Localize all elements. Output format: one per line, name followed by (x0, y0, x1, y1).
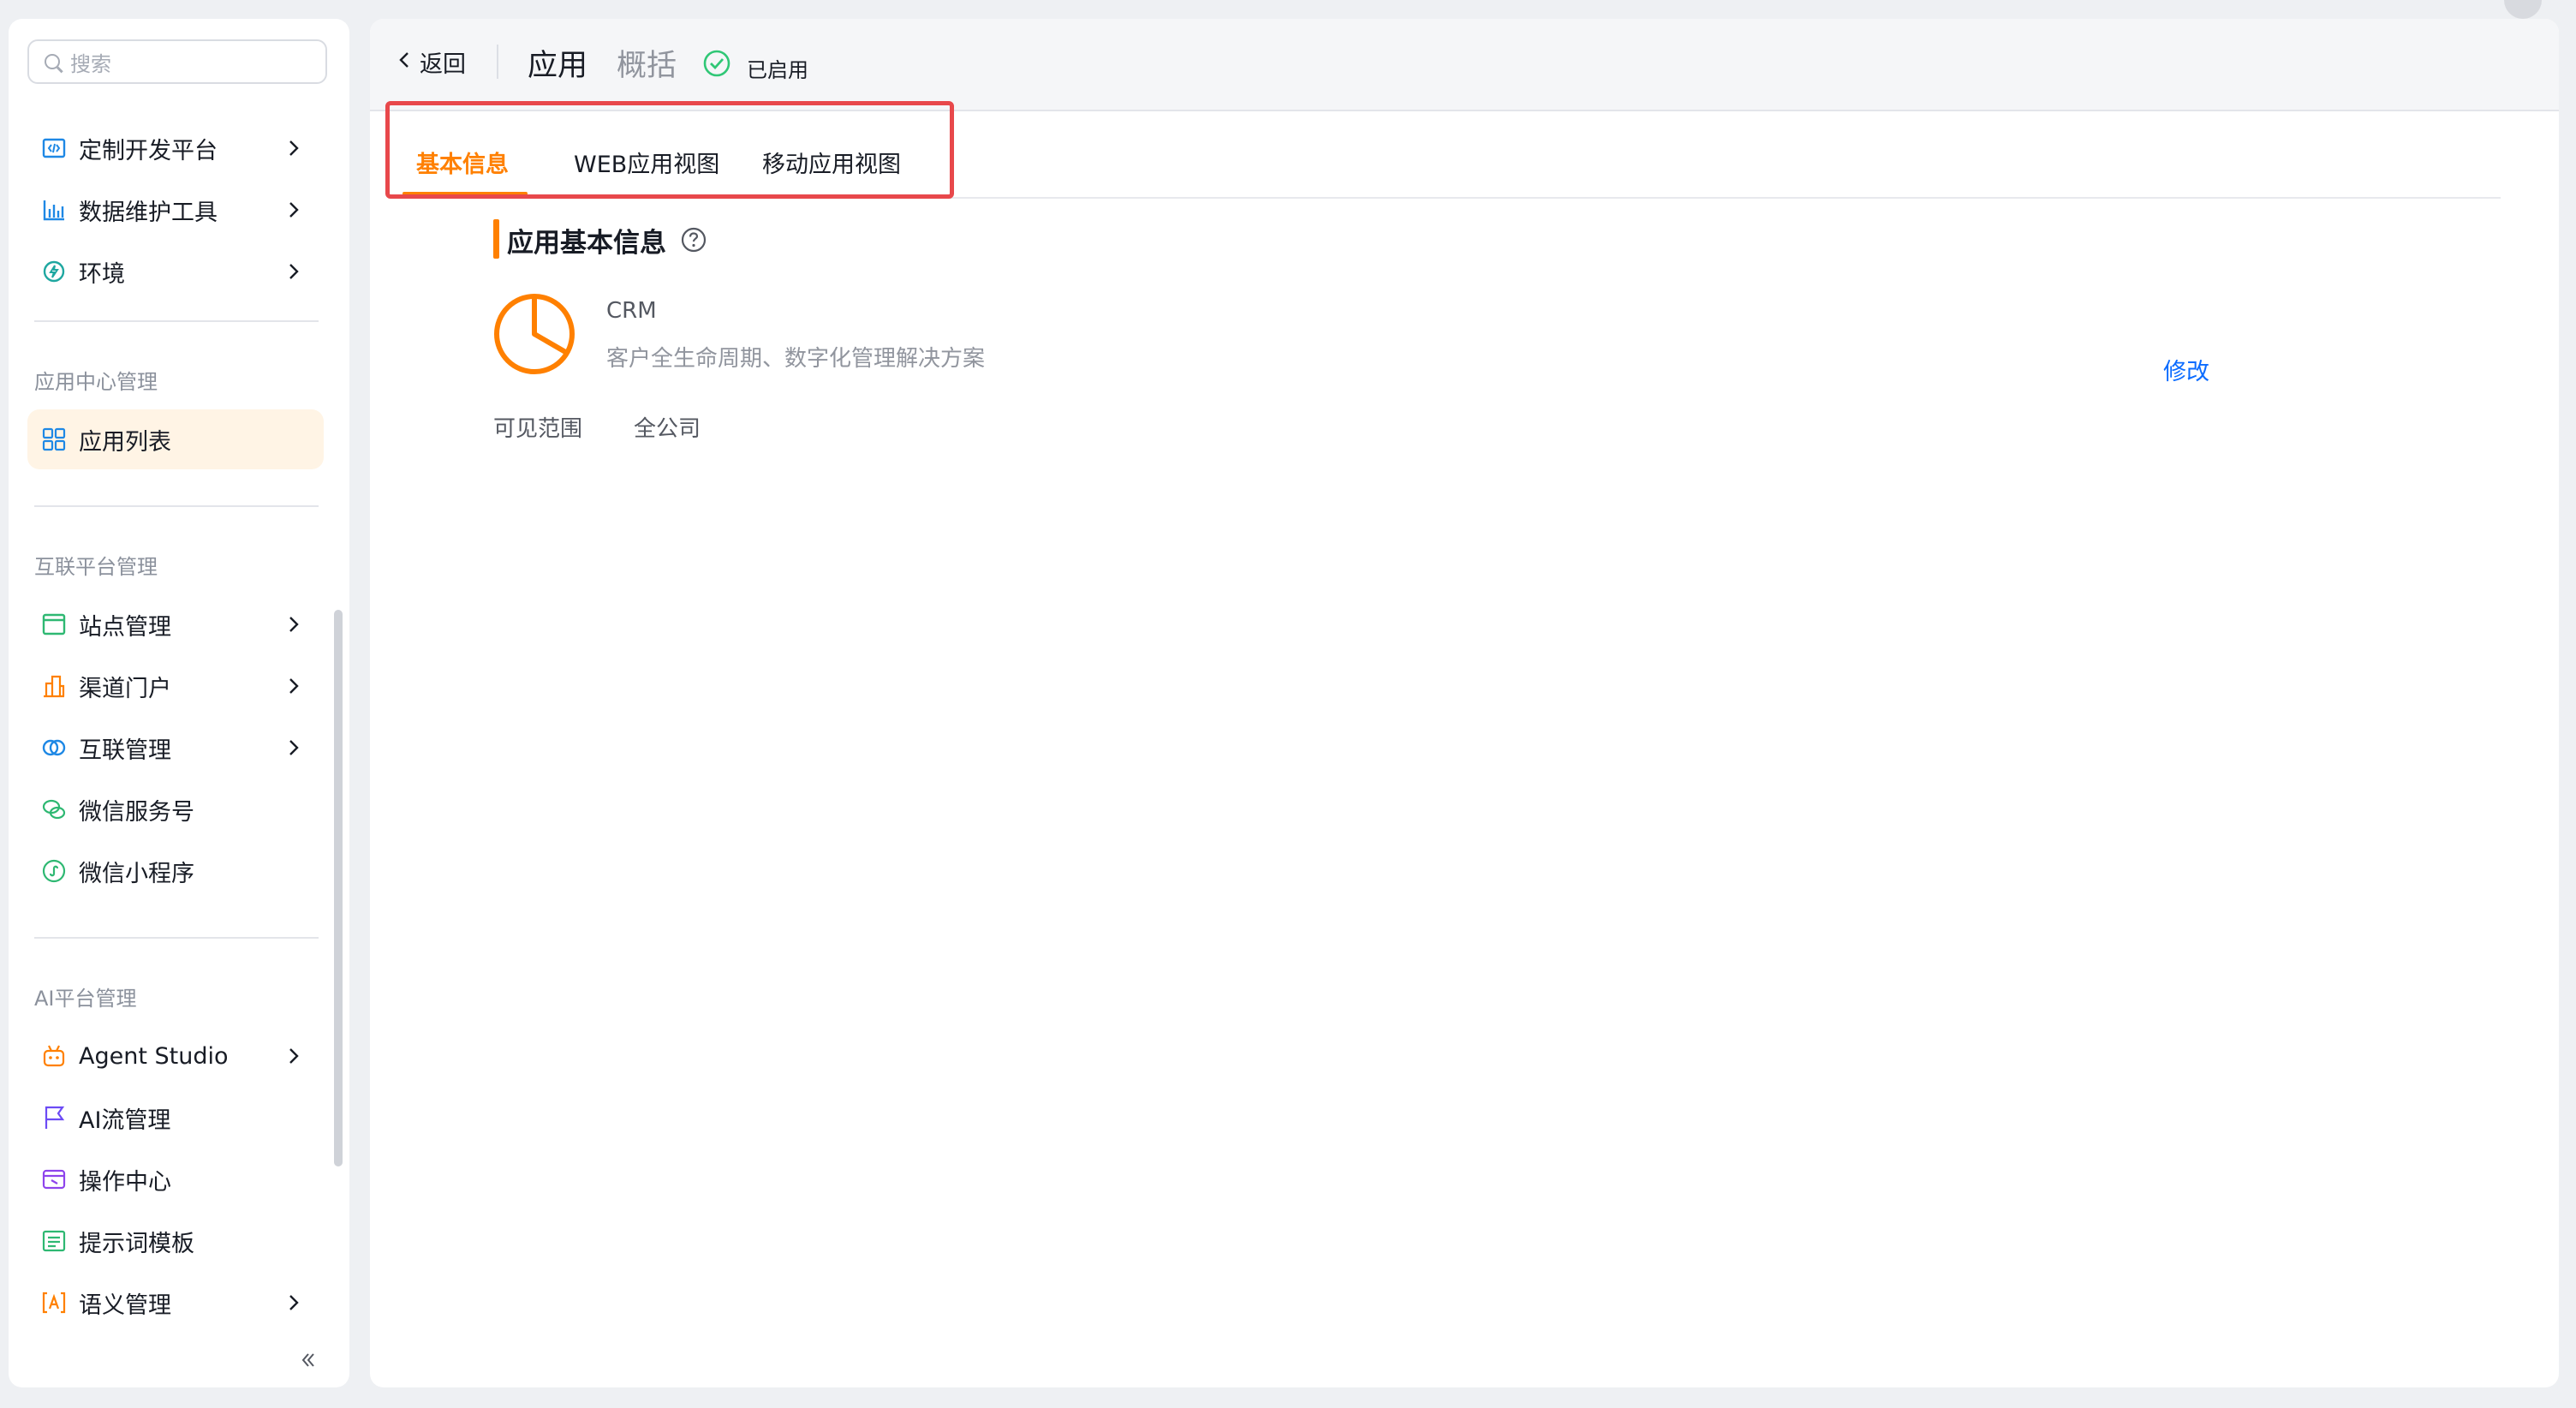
sidebar-item-label: 数据维护工具 (79, 199, 218, 226)
section-title: 应用基本信息 (507, 228, 666, 259)
tab-web-view[interactable]: WEB应用视图 (574, 146, 719, 179)
robot-icon (41, 1043, 67, 1069)
chevron-right-icon (283, 613, 305, 635)
bar-chart-icon (41, 197, 67, 223)
sidebar-item-semantic[interactable]: 语义管理 (27, 1273, 324, 1333)
sidebar-item-label: 操作中心 (79, 1168, 171, 1196)
status-badge: 已启用 (747, 58, 808, 82)
flag-icon (41, 1105, 67, 1131)
sidebar: 搜索 定制开发平台 数据维护工具 环境 应用中心管理 应用列表 互联平台管理 站… (9, 19, 349, 1387)
active-tab-indicator (402, 192, 528, 195)
sidebar-item-label: 定制开发平台 (79, 137, 218, 164)
code-window-icon (41, 135, 67, 161)
wechat-icon (41, 796, 67, 822)
sidebar-item-prompt-template[interactable]: 提示词模板 (27, 1211, 324, 1271)
chevron-right-icon (283, 137, 305, 159)
app-description: 客户全生命周期、数字化管理解决方案 (606, 346, 986, 372)
sidebar-item-channel-portal[interactable]: 渠道门户 (27, 656, 324, 716)
pie-chart-icon (492, 291, 577, 377)
window-corner-button[interactable] (2504, 0, 2542, 19)
semantic-icon (41, 1290, 67, 1316)
page-header: 返回 应用 概括 已启用 (370, 19, 2559, 111)
chevron-left-icon (396, 51, 414, 73)
search-placeholder: 搜索 (70, 51, 111, 76)
chevron-right-icon (283, 675, 305, 697)
search-input[interactable]: 搜索 (27, 39, 327, 84)
sidebar-item-wechat-mini[interactable]: 微信小程序 (27, 841, 324, 901)
building-icon (41, 673, 67, 699)
sidebar-item-agent-studio[interactable]: Agent Studio (27, 1026, 324, 1086)
edit-link[interactable]: 修改 (2163, 353, 2209, 386)
divider (34, 937, 319, 939)
tab-mobile-view[interactable]: 移动应用视图 (762, 146, 901, 179)
app-name: CRM (606, 298, 657, 324)
section-title-interconnect: 互联平台管理 (34, 555, 158, 579)
link-rings-icon (41, 735, 67, 761)
sidebar-item-label: 微信小程序 (79, 860, 194, 887)
collapse-sidebar-button[interactable] (291, 1346, 325, 1377)
chevron-right-icon (283, 199, 305, 221)
sidebar-item-operation-center[interactable]: 操作中心 (27, 1149, 324, 1209)
sidebar-item-label: 微信服务号 (79, 798, 194, 826)
lightning-icon (41, 259, 67, 284)
sidebar-item-ai-flow[interactable]: AI流管理 (27, 1088, 324, 1148)
sidebar-item-label: 应用列表 (79, 428, 171, 456)
sidebar-item-label: Agent Studio (79, 1042, 229, 1070)
grid-icon (41, 427, 67, 452)
visibility-value: 全公司 (634, 416, 701, 442)
divider (497, 45, 498, 79)
sidebar-scrollbar[interactable] (334, 610, 343, 1166)
main-panel: 返回 应用 概括 已启用 基本信息 WEB应用视图 移动应用视图 应用基本信息 … (370, 19, 2559, 1387)
back-button[interactable]: 返回 (396, 45, 466, 79)
chevron-right-icon (283, 260, 305, 283)
tab-basic-info[interactable]: 基本信息 (416, 146, 509, 179)
section-title-app-center: 应用中心管理 (34, 370, 158, 394)
sidebar-item-app-list[interactable]: 应用列表 (27, 409, 324, 469)
search-icon (45, 54, 60, 69)
chevron-right-icon (283, 737, 305, 759)
chevron-right-icon (283, 1045, 305, 1067)
divider (34, 505, 319, 507)
sidebar-item-label: 提示词模板 (79, 1230, 194, 1257)
tab-bar: 基本信息 WEB应用视图 移动应用视图 (391, 111, 2501, 199)
double-chevron-left-icon (298, 1350, 319, 1374)
divider (34, 320, 319, 322)
sidebar-item-environment[interactable]: 环境 (27, 242, 324, 301)
sidebar-item-label: 站点管理 (79, 613, 171, 641)
header-tab-app[interactable]: 应用 (528, 41, 587, 85)
sidebar-item-wechat-service[interactable]: 微信服务号 (27, 779, 324, 839)
sidebar-item-label: AI流管理 (79, 1107, 171, 1134)
sidebar-item-interconnect[interactable]: 互联管理 (27, 718, 324, 778)
template-icon (41, 1228, 67, 1254)
help-icon[interactable] (680, 226, 707, 254)
section-title-ai: AI平台管理 (34, 987, 137, 1011)
operation-icon (41, 1166, 67, 1192)
chevron-right-icon (283, 1292, 305, 1314)
site-icon (41, 612, 67, 637)
check-circle-icon (702, 49, 731, 78)
header-tab-overview[interactable]: 概括 (617, 41, 677, 85)
sidebar-item-site[interactable]: 站点管理 (27, 594, 324, 654)
section-accent-bar (493, 219, 499, 259)
sidebar-item-label: 互联管理 (79, 737, 171, 764)
sidebar-item-data-tools[interactable]: 数据维护工具 (27, 180, 324, 240)
sidebar-item-label: 渠道门户 (79, 675, 171, 702)
visibility-label: 可见范围 (493, 416, 583, 442)
sidebar-item-label: 环境 (79, 260, 125, 288)
sidebar-item-custom-dev[interactable]: 定制开发平台 (27, 118, 324, 178)
sidebar-item-label: 语义管理 (79, 1292, 171, 1319)
mini-program-icon (41, 858, 67, 884)
back-label: 返回 (420, 51, 466, 78)
